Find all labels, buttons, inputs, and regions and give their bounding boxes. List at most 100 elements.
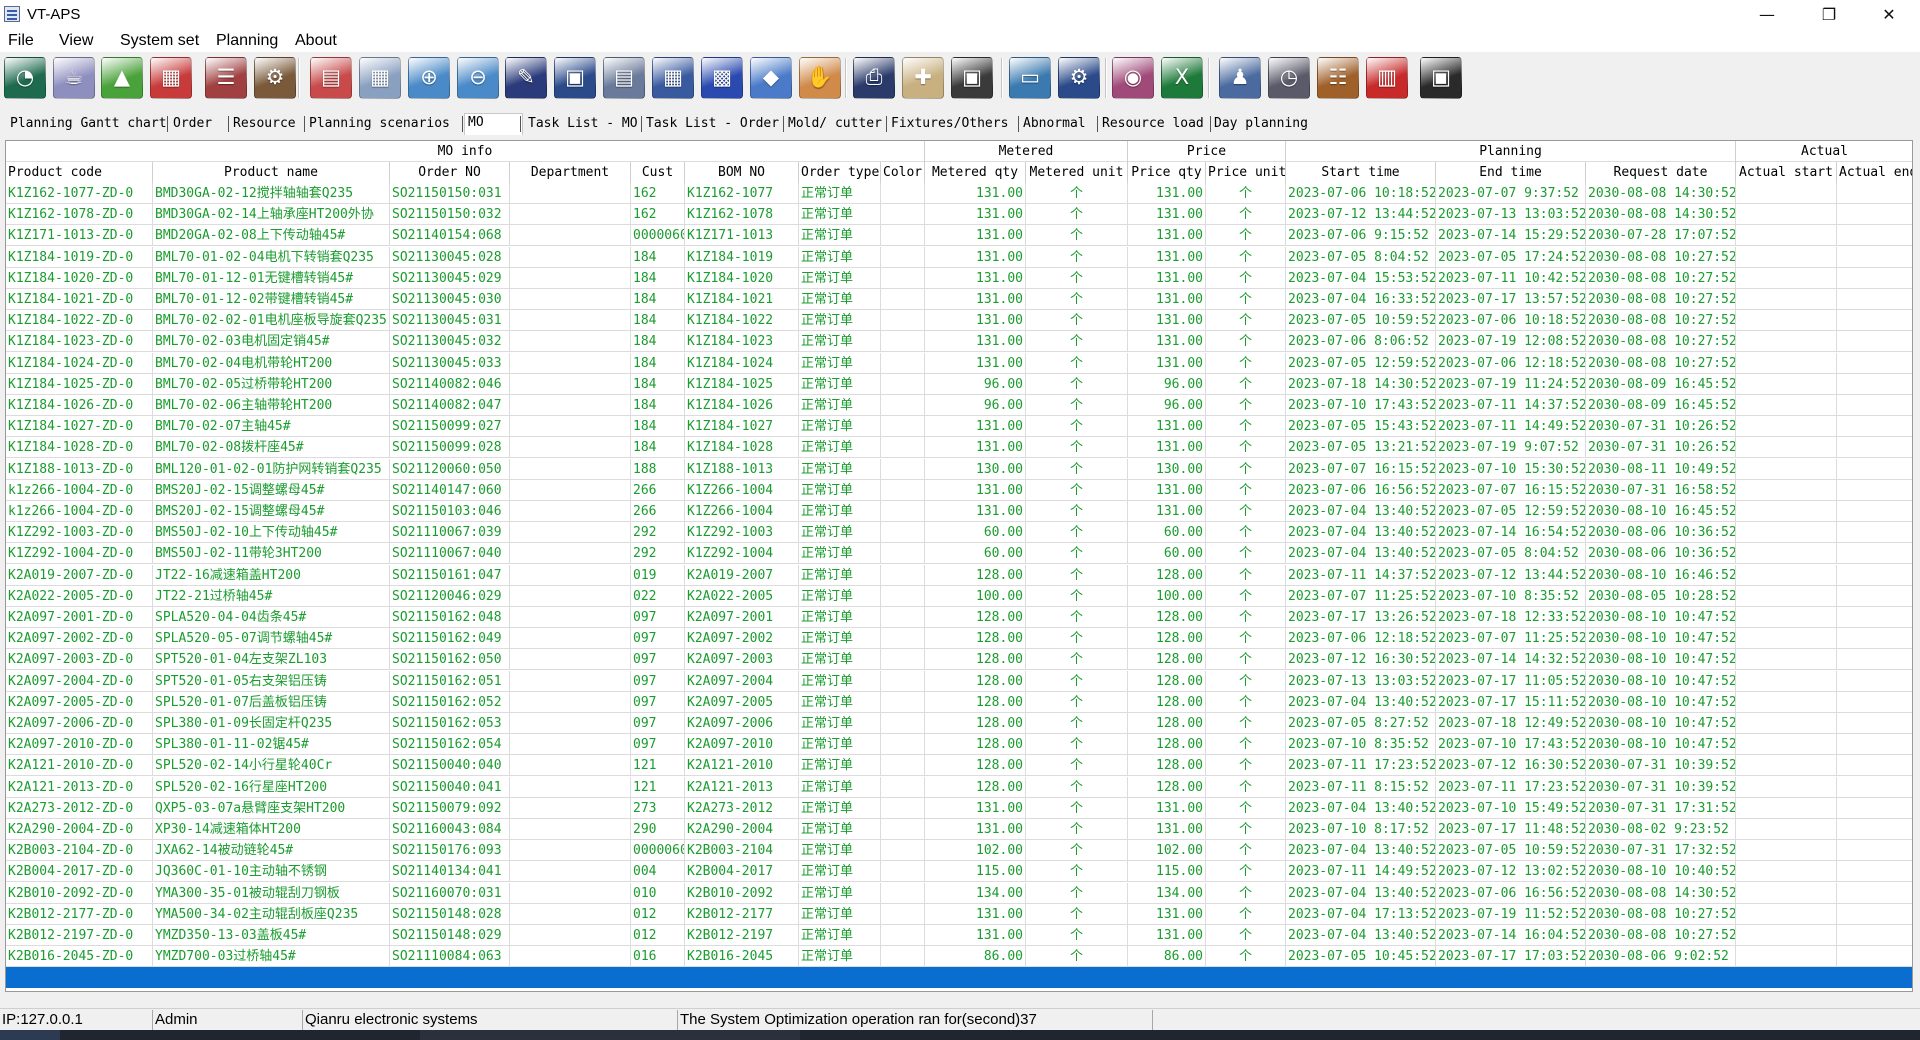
table-icon[interactable]: ▦ <box>359 57 401 99</box>
table-row[interactable]: K2A273-2012-ZD-0 QXP5-03-07a悬臂座支架HT200 SO2… <box>6 797 1912 819</box>
table-row[interactable]: K1Z162-1077-ZD-0 BMD30GA-02-12搅拌轴轴套Q235 SO… <box>6 183 1912 204</box>
disk-icon[interactable]: ▣ <box>1420 57 1462 99</box>
table-row[interactable]: K1Z184-1028-ZD-0 BML70-02-08拨杆座45# SO21150… <box>6 437 1912 459</box>
tab-task-list-order[interactable]: Task List - Order <box>643 115 784 133</box>
stamp-icon[interactable]: ◉ <box>1112 57 1154 99</box>
taskbar-start[interactable] <box>0 1030 60 1040</box>
table-row[interactable]: K1Z184-1025-ZD-0 BML70-02-05过桥带轮HT200 SO21… <box>6 373 1912 395</box>
settings-icon[interactable]: ⚙ <box>1058 57 1100 99</box>
column-header-metered-unit[interactable]: Metered unit <box>1026 162 1128 183</box>
column-header-product-code[interactable]: Product code <box>6 162 153 183</box>
tab-planning-gantt-chart[interactable]: Planning Gantt chart <box>7 115 168 133</box>
column-header-cust[interactable]: Cust <box>631 162 685 183</box>
table-row[interactable]: K2A097-2005-ZD-0 SPL520-01-07后盖板铝压铸 SO2115… <box>6 691 1912 713</box>
table-row[interactable]: k1z266-1004-ZD-0 BMS20J-02-15调整螺母45# SO211… <box>6 479 1912 501</box>
tab-day-planning[interactable]: Day planning <box>1211 115 1314 133</box>
menu-about[interactable]: About <box>295 32 337 50</box>
window-icon[interactable]: ▩ <box>701 57 743 99</box>
zoom-out-icon[interactable]: ⊖ <box>457 57 499 99</box>
tab-resource[interactable]: Resource <box>230 115 305 133</box>
column-header-actual-end[interactable]: Actual end <box>1837 162 1912 183</box>
timer-icon[interactable]: ◷ <box>1268 57 1310 99</box>
column-header-color[interactable]: Color <box>881 162 925 183</box>
menu-system-set[interactable]: System set <box>120 32 199 50</box>
list-icon[interactable]: ☷ <box>1317 57 1359 99</box>
menu-planning[interactable]: Planning <box>216 32 278 50</box>
tab-mold-cutter[interactable]: Mold/ cutter <box>785 115 887 133</box>
table-row[interactable]: K1Z171-1013-ZD-0 BMD20GA-02-08上下传动轴45# SO2… <box>6 225 1912 247</box>
table-row[interactable]: K2A290-2004-ZD-0 XP30-14减速箱体HT200 SO211600… <box>6 819 1912 840</box>
table-row[interactable]: K2B010-2092-ZD-0 YMA300-35-01被动辊刮刀钢板 SO211… <box>6 882 1912 904</box>
gears-icon[interactable]: ⚙ <box>254 57 296 99</box>
column-header-request-date[interactable]: Request date <box>1586 162 1736 183</box>
tab-order[interactable]: Order <box>170 115 229 133</box>
column-header-order-type[interactable]: Order type <box>799 162 881 183</box>
save-icon[interactable]: ▣ <box>951 57 993 99</box>
table-row[interactable]: K1Z292-1004-ZD-0 BMS50J-02-11带轮3HT200 SO21… <box>6 543 1912 565</box>
tab-task-list-mo[interactable]: Task List - MO <box>525 115 642 133</box>
hand-icon[interactable]: ✋ <box>799 57 841 99</box>
folder-icon[interactable]: ▭ <box>1009 57 1051 99</box>
table-row[interactable]: K2A097-2004-ZD-0 SPT520-01-05右支架铝压铸 SO2115… <box>6 670 1912 692</box>
column-header-actual-start[interactable]: Actual start <box>1736 162 1837 183</box>
column-header-product-name[interactable]: Product name <box>153 162 390 183</box>
column-header-start-time[interactable]: Start time <box>1286 162 1436 183</box>
calendar-icon[interactable]: ▦ <box>150 57 192 99</box>
tab-resource-load[interactable]: Resource load <box>1099 115 1211 133</box>
excel-icon[interactable]: X <box>1161 57 1203 99</box>
minimize-button[interactable]: — <box>1744 0 1790 30</box>
people-icon[interactable]: ♟ <box>1219 57 1261 99</box>
table-row[interactable]: K1Z188-1013-ZD-0 BML120-01-02-01防护网转销套Q23… <box>6 458 1912 480</box>
restore-button[interactable]: ❐ <box>1806 0 1852 30</box>
teapot-icon[interactable]: ☕ <box>53 57 95 99</box>
taskbar-app[interactable] <box>420 1030 800 1040</box>
table-row[interactable]: K2A121-2013-ZD-0 SPL520-02-16行星座HT200 SO21… <box>6 776 1912 798</box>
table-row[interactable]: K2B012-2177-ZD-0 YMA500-34-02主动辊刮板座Q235 SO… <box>6 903 1912 925</box>
column-header-order-no[interactable]: Order NO <box>390 162 510 183</box>
clock-icon[interactable]: ◔ <box>4 57 46 99</box>
column-header-metered-qty[interactable]: Metered qty <box>925 162 1026 183</box>
table-row[interactable]: K1Z184-1024-ZD-0 BML70-02-04电机带轮HT200 SO21… <box>6 352 1912 374</box>
zoom-in-icon[interactable]: ⊕ <box>408 57 450 99</box>
table-row[interactable]: K2A097-2010-ZD-0 SPL380-01-11-02锯45# SO211… <box>6 734 1912 756</box>
menu-view[interactable]: View <box>59 32 93 50</box>
table-row[interactable]: K2A097-2001-ZD-0 SPLA520-04-04齿条45# SO2115… <box>6 607 1912 628</box>
tab-mo[interactable]: MO <box>464 113 523 135</box>
table-row[interactable]: K1Z184-1027-ZD-0 BML70-02-07主轴45# SO211500… <box>6 416 1912 438</box>
table-row[interactable]: K1Z162-1078-ZD-0 BMD30GA-02-14上轴承座HT200外协… <box>6 204 1912 226</box>
gantt-icon[interactable]: ▤ <box>310 57 352 99</box>
column-header-end-time[interactable]: End time <box>1436 162 1586 183</box>
printer-icon[interactable]: ▣ <box>554 57 596 99</box>
diamond-icon[interactable]: ◆ <box>750 57 792 99</box>
table-row[interactable]: K2B016-2045-ZD-0 YMZD700-03过桥轴45# SO211100… <box>6 946 1912 968</box>
table-row[interactable]: K1Z292-1003-ZD-0 BMS50J-02-10上下传动轴45# SO21… <box>6 522 1912 544</box>
column-header-bom-no[interactable]: BOM NO <box>685 162 799 183</box>
layout-icon[interactable]: ▦ <box>652 57 694 99</box>
column-header-price-qty[interactable]: Price qty <box>1128 162 1206 183</box>
tab-abnormal[interactable]: Abnormal <box>1020 115 1098 133</box>
table-row[interactable]: K1Z184-1026-ZD-0 BML70-02-06主轴带轮HT200 SO21… <box>6 395 1912 416</box>
table-row[interactable]: K2A019-2007-ZD-0 JT22-16减速箱盖HT200 SO211501… <box>6 564 1912 586</box>
table-row[interactable]: K2B012-2197-ZD-0 YMZD350-13-03盖板45# SO2115… <box>6 925 1912 946</box>
column-header-price-unit[interactable]: Price unit <box>1206 162 1286 183</box>
tool-icon[interactable]: ✎ <box>505 57 547 99</box>
mo-grid[interactable]: MO info Metered Price Planning Actual Product… <box>5 140 1913 992</box>
report-icon[interactable]: ▤ <box>603 57 645 99</box>
close-button[interactable]: ✕ <box>1866 0 1912 30</box>
table-row[interactable]: K1Z184-1021-ZD-0 BML70-01-12-02带键槽转销45# SO… <box>6 289 1912 310</box>
table-row[interactable]: K2A097-2002-ZD-0 SPLA520-05-07调节螺轴45# SO21… <box>6 628 1912 650</box>
books-icon[interactable]: ▥ <box>1366 57 1408 99</box>
clipboard-icon[interactable]: ✚ <box>902 57 944 99</box>
table-row[interactable]: K2A097-2006-ZD-0 SPL380-01-09长固定杆Q235 SO21… <box>6 713 1912 734</box>
table-row[interactable]: K1Z184-1023-ZD-0 BML70-02-03电机固定销45# SO211… <box>6 331 1912 353</box>
column-header-department[interactable]: Department <box>510 162 631 183</box>
table-row[interactable]: K1Z184-1020-ZD-0 BML70-01-12-01无键槽转销45# SO… <box>6 267 1912 289</box>
table-row[interactable]: K1Z184-1019-ZD-0 BML70-01-02-04电机下转销套Q235… <box>6 246 1912 268</box>
table-row[interactable]: K2B023-2172-ZD-0 BMD40JA-02-06面盖不锈钢 SO2116… <box>6 967 1912 989</box>
table-row[interactable]: K2B003-2104-ZD-0 JXA62-14被动链轮45# SO2115017… <box>6 840 1912 862</box>
table-row[interactable]: k1z266-1004-ZD-0 BMS20J-02-15调整螺母45# SO211… <box>6 501 1912 522</box>
resources-icon[interactable]: ☰ <box>205 57 247 99</box>
chart-icon[interactable]: ▲ <box>101 57 143 99</box>
table-row[interactable]: K2A022-2005-ZD-0 JT22-21过桥轴45# SO21120046:… <box>6 585 1912 607</box>
print-preview-icon[interactable]: ⎙ <box>853 57 895 99</box>
